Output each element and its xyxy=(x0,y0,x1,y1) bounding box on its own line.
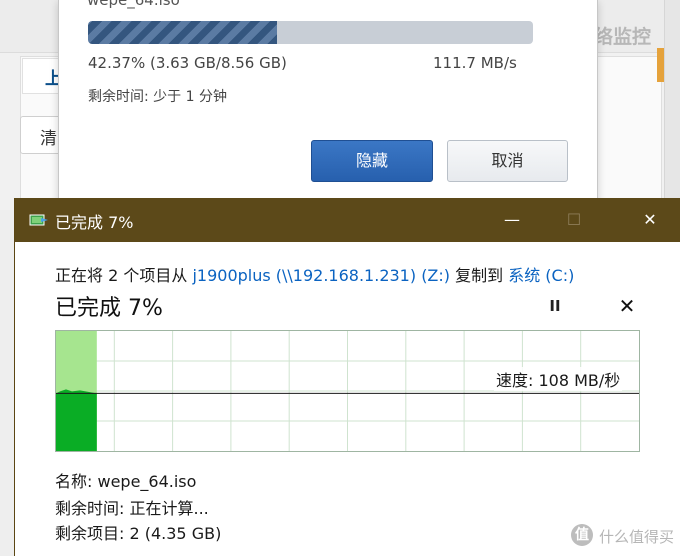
upload-remaining-time: 剩余时间: 少于 1 分钟 xyxy=(88,89,227,105)
upload-progress-text: 42.37% (3.63 GB/8.56 GB) xyxy=(88,54,287,72)
time-remaining-label: 剩余时间: 正在计算... xyxy=(55,499,209,518)
copy-middle-text: 复制到 xyxy=(450,266,509,285)
window-close-button[interactable]: ✕ xyxy=(627,198,673,242)
copy-prefix-text: 正在将 2 个项目从 xyxy=(55,266,193,285)
copy-description: 正在将 2 个项目从 j1900plus (\\192.168.1.231) (… xyxy=(55,262,574,286)
file-name-label: 名称: wepe_64.iso xyxy=(55,472,197,491)
copy-dialog: 已完成 7% — ☐ ✕ 正在将 2 个项目从 j1900plus (\\192… xyxy=(14,198,680,556)
watermark-logo: 值 xyxy=(571,524,593,546)
upload-file-name: wepe_64.iso xyxy=(87,0,180,9)
upload-progress-bar xyxy=(88,21,533,44)
background-scroll-edge xyxy=(664,0,680,210)
cancel-button[interactable]: 取消 xyxy=(447,140,568,182)
speed-history-area xyxy=(56,389,97,451)
copy-speed-graph: 速度: 108 MB/秒 xyxy=(55,330,640,452)
progress-heading: 已完成 7% xyxy=(55,296,163,321)
upload-progress-fill xyxy=(88,21,277,44)
items-remaining-label: 剩余项目: 2 (4.35 GB) xyxy=(55,524,222,543)
upload-dialog: wepe_64.iso 42.37% (3.63 GB/8.56 GB) 111… xyxy=(58,0,598,202)
source-link[interactable]: j1900plus (\\192.168.1.231) (Z:) xyxy=(192,266,450,285)
copy-progress-icon xyxy=(29,214,48,226)
watermark: 值 什么值得买 xyxy=(571,522,679,550)
destination-link[interactable]: 系统 (C:) xyxy=(508,266,574,285)
network-monitor-label: 络监控 xyxy=(594,26,652,48)
hide-button[interactable]: 隐藏 xyxy=(311,140,433,182)
watermark-text: 什么值得买 xyxy=(599,528,675,546)
pause-button[interactable]: II xyxy=(543,294,567,318)
speed-graph-canvas xyxy=(56,331,639,451)
copy-dialog-titlebar[interactable]: 已完成 7% — ☐ ✕ xyxy=(15,198,680,242)
cancel-copy-button[interactable]: ✕ xyxy=(615,294,639,318)
minimize-button[interactable]: — xyxy=(489,198,535,242)
background-button-label: 清 xyxy=(40,129,57,149)
maximize-button[interactable]: ☐ xyxy=(551,198,597,242)
upload-speed: 111.7 MB/s xyxy=(433,54,517,72)
speed-label: 速度: 108 MB/秒 xyxy=(494,367,623,391)
copy-dialog-title: 已完成 7% xyxy=(55,213,134,232)
